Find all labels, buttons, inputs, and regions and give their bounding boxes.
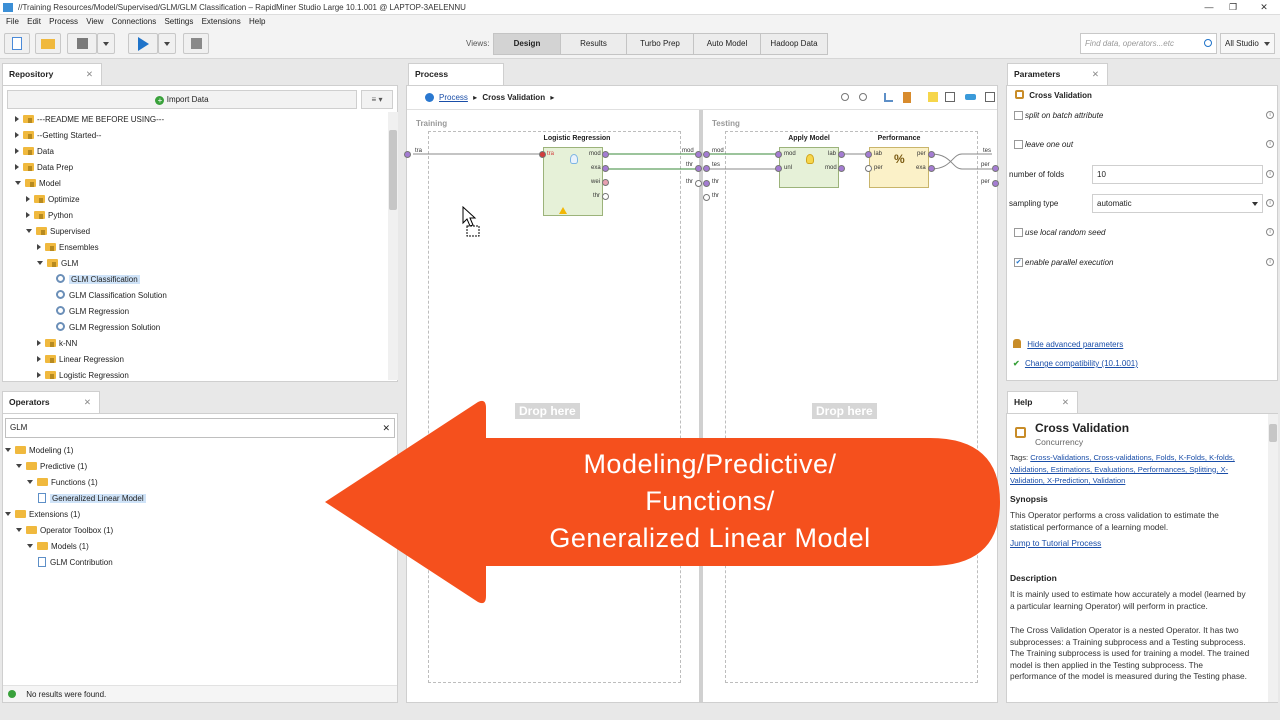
callout-line-3: Generalized Linear Model [549, 523, 871, 553]
callout-arrow [325, 400, 1000, 604]
callout-text: Modeling/Predictive/ Functions/ Generali… [490, 446, 930, 557]
callout-line-1: Modeling/Predictive/ [583, 449, 837, 479]
callout-line-2: Functions/ [645, 486, 775, 516]
